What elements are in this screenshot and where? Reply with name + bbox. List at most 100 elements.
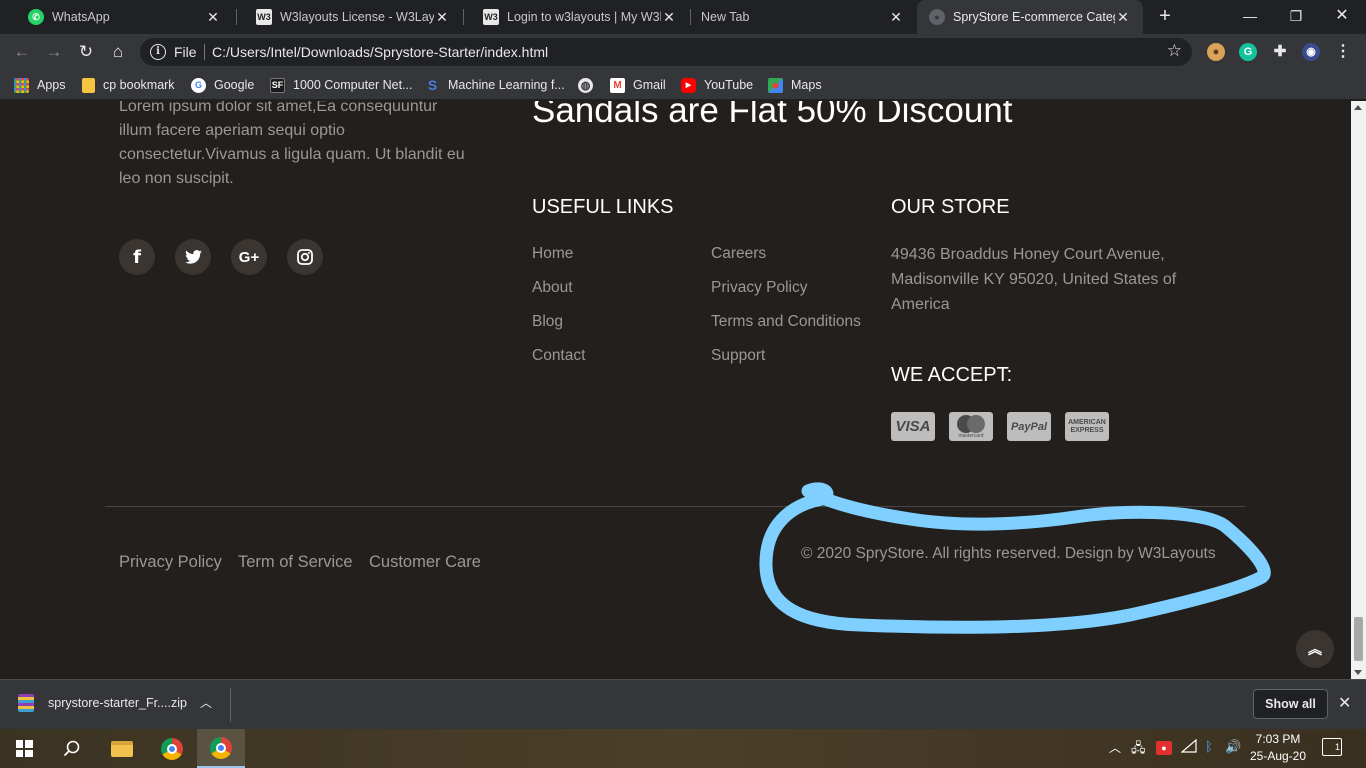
wifi-icon[interactable] xyxy=(1180,738,1197,756)
tray-network-adapter-icon[interactable]: 🖧 xyxy=(1131,739,1146,761)
google-icon: G xyxy=(191,77,206,93)
bookmarks-bar: Apps cp bookmark G Google SF 1000 Comput… xyxy=(0,70,1366,100)
promo-heading: Sandals are Flat 50% Discount xyxy=(532,101,1013,130)
home-button[interactable]: ⌂ xyxy=(106,40,130,64)
twitter-icon[interactable] xyxy=(175,239,211,275)
new-tab-button[interactable]: + xyxy=(1154,5,1176,27)
chevron-up-icon[interactable]: ︿ xyxy=(200,694,212,711)
bookmark-google[interactable]: G Google xyxy=(191,76,254,94)
instagram-icon[interactable] xyxy=(287,239,323,275)
close-icon[interactable]: ✕ xyxy=(888,9,904,26)
scroll-up-arrow-icon[interactable] xyxy=(1354,105,1362,110)
bookmark-label: Google xyxy=(214,78,255,92)
download-separator xyxy=(230,688,231,722)
grammarly-icon[interactable]: G xyxy=(1239,43,1257,61)
tab-w3layouts-license[interactable]: W3 W3layouts License - W3Layout ✕ xyxy=(236,0,462,34)
tab-title: New Tab xyxy=(701,10,750,24)
tray-app-red-icon[interactable]: ● xyxy=(1156,741,1172,755)
close-icon[interactable]: ✕ xyxy=(1115,9,1131,26)
extensions-puzzle-icon[interactable]: ✚ xyxy=(1271,43,1289,61)
facebook-icon[interactable]: f xyxy=(119,239,155,275)
tab-w3layouts-login[interactable]: W3 Login to w3layouts | My W3lay ✕ xyxy=(463,0,689,34)
show-all-button[interactable]: Show all xyxy=(1253,689,1328,719)
bookmark-machine-learning[interactable]: S Machine Learning f... xyxy=(425,76,565,94)
download-item[interactable]: sprystore-starter_Fr....zip xyxy=(18,694,187,712)
close-icon[interactable]: ✕ xyxy=(434,9,450,26)
bookmark-star-icon[interactable]: ☆ xyxy=(1167,41,1182,61)
tab-strip: ✆ WhatsApp ✕ W3 W3layouts License - W3La… xyxy=(0,0,1366,34)
volume-icon[interactable]: 🔊 xyxy=(1225,739,1241,755)
tab-whatsapp[interactable]: ✆ WhatsApp ✕ xyxy=(8,0,233,34)
footer-link-contact[interactable]: Contact xyxy=(532,347,585,365)
twitter-bird-icon xyxy=(184,250,202,264)
menu-kebab-icon[interactable]: ⋮ xyxy=(1334,43,1352,61)
we-accept-heading: WE ACCEPT: xyxy=(891,364,1013,386)
bookmark-gmail[interactable]: M Gmail xyxy=(610,76,666,94)
close-icon[interactable]: ✕ xyxy=(1338,693,1351,713)
restore-button[interactable]: ❐ xyxy=(1273,0,1319,34)
useful-links-heading: USEFUL LINKS xyxy=(532,196,674,218)
bookmark-cp[interactable]: cp bookmark xyxy=(82,76,175,94)
action-center-icon[interactable]: 1 xyxy=(1322,738,1342,756)
taskbar-chrome[interactable] xyxy=(148,729,196,768)
close-icon[interactable]: ✕ xyxy=(205,9,221,26)
tab-sprystore[interactable]: ● SpryStore E-commerce Catego ✕ xyxy=(917,0,1143,34)
close-icon[interactable]: ✕ xyxy=(661,9,677,26)
tab-new-tab[interactable]: New Tab ✕ xyxy=(690,0,916,34)
bookmark-label: YouTube xyxy=(704,78,754,92)
footer-link-terms[interactable]: Terms and Conditions xyxy=(711,313,861,331)
minimize-button[interactable]: — xyxy=(1227,0,1273,34)
bluetooth-icon[interactable]: ᛒ xyxy=(1205,739,1213,754)
scroll-down-arrow-icon[interactable] xyxy=(1354,670,1362,675)
info-icon[interactable]: i xyxy=(150,44,166,60)
forward-button[interactable]: → xyxy=(42,40,66,64)
mastercard-label: mastercard xyxy=(958,432,984,439)
footer-link-blog[interactable]: Blog xyxy=(532,313,563,331)
reload-button[interactable]: ↻ xyxy=(74,40,98,64)
bookmark-youtube[interactable]: ▶ YouTube xyxy=(681,76,753,94)
back-button[interactable]: ← xyxy=(10,40,34,64)
apps-grid-icon xyxy=(14,77,29,93)
footer-link-careers[interactable]: Careers xyxy=(711,245,766,263)
scroll-to-top-button[interactable]: ︽ xyxy=(1296,630,1334,668)
system-clock[interactable]: 7:03 PM 25-Aug-20 xyxy=(1247,731,1309,765)
bookmark-computer-net[interactable]: SF 1000 Computer Net... xyxy=(270,76,413,94)
cookie-extension-icon[interactable]: ● xyxy=(1207,43,1225,61)
start-button[interactable] xyxy=(0,729,48,768)
bottom-link-customer-care[interactable]: Customer Care xyxy=(369,553,481,572)
zip-archive-icon xyxy=(18,694,34,712)
bookmark-globe[interactable]: ◍ xyxy=(578,76,601,94)
tab-title: Login to w3layouts | My W3lay xyxy=(507,10,661,24)
youtube-icon: ▶ xyxy=(681,77,696,93)
url-text[interactable]: C:/Users/Intel/Downloads/Sprystore-Start… xyxy=(212,44,548,60)
paypal-card-icon: PayPal xyxy=(1007,412,1051,441)
bottom-link-privacy[interactable]: Privacy Policy xyxy=(119,553,222,572)
footer-divider xyxy=(105,506,1245,507)
bottom-link-terms[interactable]: Term of Service xyxy=(238,553,353,572)
windows-taskbar: ︿ 🖧 ● ᛒ 🔊 7:03 PM 25-Aug-20 1 xyxy=(0,729,1366,768)
footer-link-privacy[interactable]: Privacy Policy xyxy=(711,279,807,297)
search-button[interactable] xyxy=(48,729,96,768)
windows-logo-icon xyxy=(15,740,33,757)
mastercard-card-icon: mastercard xyxy=(949,412,993,441)
close-window-button[interactable]: ✕ xyxy=(1319,0,1365,34)
profile-avatar[interactable]: ◉ xyxy=(1302,43,1320,61)
scrollbar-thumb[interactable] xyxy=(1354,617,1363,661)
address-bar[interactable]: i File C:/Users/Intel/Downloads/Sprystor… xyxy=(140,38,1192,66)
footer-about-text: Lorem ipsum dolor sit amet,Ea consequunt… xyxy=(119,101,465,187)
mastercard-circles xyxy=(957,414,985,433)
double-chevron-up-icon: ︽ xyxy=(1308,641,1322,657)
page-scrollbar[interactable] xyxy=(1351,101,1366,679)
taskbar-file-explorer[interactable] xyxy=(98,729,146,768)
footer-link-about[interactable]: About xyxy=(532,279,573,297)
taskbar-chrome-active[interactable] xyxy=(197,729,245,768)
google-plus-icon[interactable]: G+ xyxy=(231,239,267,275)
bookmark-apps[interactable]: Apps xyxy=(14,76,66,94)
file-explorer-icon xyxy=(111,740,133,757)
footer-link-support[interactable]: Support xyxy=(711,347,765,365)
footer-link-home[interactable]: Home xyxy=(532,245,573,263)
bookmark-maps[interactable]: ◆ Maps xyxy=(768,76,822,94)
tray-overflow-chevron-icon[interactable]: ︿ xyxy=(1109,739,1121,756)
bookmark-label: Machine Learning f... xyxy=(448,78,565,92)
maps-icon: ◆ xyxy=(768,77,783,93)
